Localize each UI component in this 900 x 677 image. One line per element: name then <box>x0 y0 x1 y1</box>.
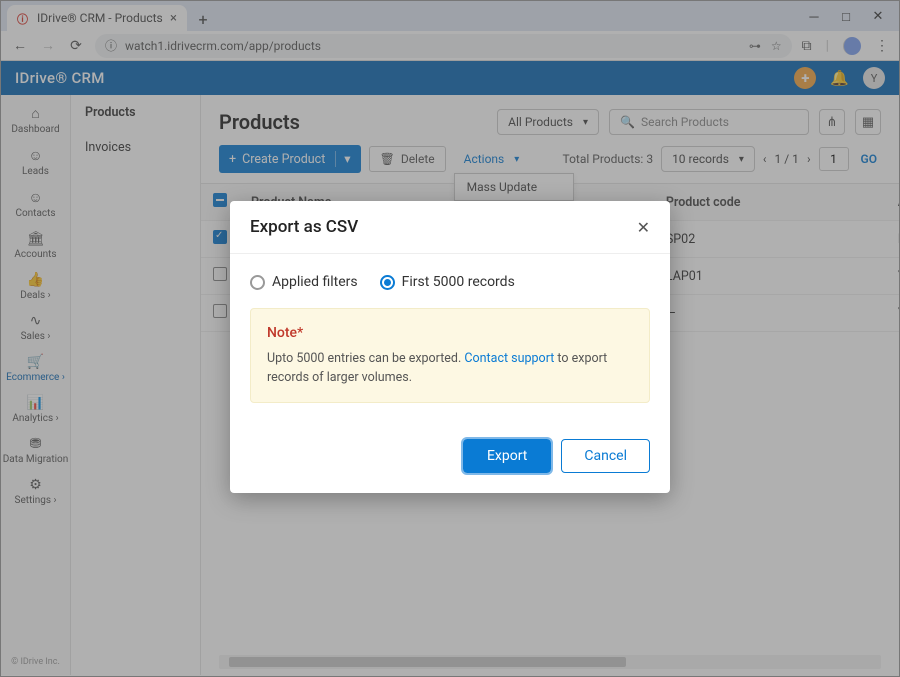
note-title: Note* <box>267 323 633 344</box>
radio-first-5000[interactable]: First 5000 records <box>380 274 515 290</box>
modal-close-icon[interactable]: ✕ <box>637 218 650 237</box>
radio-first5000-label: First 5000 records <box>402 274 515 290</box>
cancel-button[interactable]: Cancel <box>561 439 650 473</box>
export-csv-modal: Export as CSV ✕ Applied filters First 50… <box>230 201 670 493</box>
radio-icon <box>250 275 265 290</box>
modal-title: Export as CSV <box>250 217 358 237</box>
radio-applied-label: Applied filters <box>272 274 358 290</box>
modal-overlay: Export as CSV ✕ Applied filters First 50… <box>1 1 899 676</box>
note-text: Upto 5000 entries can be exported. Conta… <box>267 350 633 388</box>
radio-applied-filters[interactable]: Applied filters <box>250 274 358 290</box>
export-button[interactable]: Export <box>463 439 551 473</box>
radio-icon <box>380 275 395 290</box>
note-box: Note* Upto 5000 entries can be exported.… <box>250 308 650 403</box>
contact-support-link[interactable]: Contact support <box>464 351 554 366</box>
